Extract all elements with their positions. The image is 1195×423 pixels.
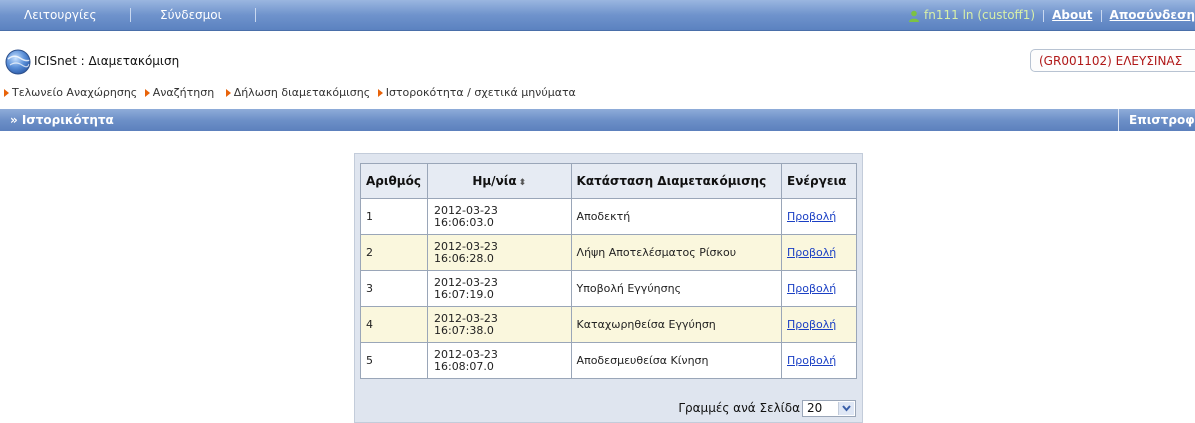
about-link[interactable]: About <box>1052 8 1092 22</box>
section-bar: » Ιστορικότητα Επιστροφή <box>0 109 1195 131</box>
table-row: 3 2012-03-23 16:07:19.0 Υποβολή Εγγύησης … <box>360 270 857 307</box>
cell-status: Καταχωρηθείσα Εγγύηση <box>570 306 783 343</box>
globe-icon <box>5 49 31 75</box>
history-panel: Αριθμός Ημ/νία ⬍ Κατάσταση Διαμετακόμισης… <box>354 153 863 423</box>
section-title: » Ιστορικότητα <box>10 113 114 127</box>
view-link[interactable]: Προβολή <box>787 246 836 259</box>
breadcrumb-arrow-icon <box>377 89 383 97</box>
cell-action: Προβολή <box>781 270 857 307</box>
history-table: Αριθμός Ημ/νία ⬍ Κατάσταση Διαμετακόμισης… <box>360 163 857 379</box>
view-link[interactable]: Προβολή <box>787 210 836 223</box>
table-row: 1 2012-03-23 16:06:03.0 Αποδεκτή Προβολή <box>360 198 857 235</box>
cell-status: Αποδεσμευθείσα Κίνηση <box>570 342 783 379</box>
breadcrumb-item-search[interactable]: Αναζήτηση <box>153 86 214 99</box>
logout-link[interactable]: Αποσύνδεση <box>1110 8 1195 22</box>
cell-action: Προβολή <box>781 198 857 235</box>
cell-number: 2 <box>360 234 428 271</box>
cell-number: 5 <box>360 342 428 379</box>
cell-status: Λήψη Αποτελέσματος Ρίσκου <box>570 234 783 271</box>
cell-date: 2012-03-23 16:08:07.0 <box>426 342 572 379</box>
about-separator <box>1100 9 1102 22</box>
rows-per-page-select[interactable]: 20 <box>802 400 856 417</box>
user-area: fn111 ln (custoff1) About Αποσύνδεση <box>908 0 1195 30</box>
column-header-date[interactable]: Ημ/νία ⬍ <box>426 163 572 199</box>
top-menu-bar: Λειτουργίες Σύνδεσμοι fn111 ln (custoff1… <box>0 0 1195 31</box>
column-header-status: Κατάσταση Διαμετακόμισης <box>570 163 783 199</box>
cell-date: 2012-03-23 16:07:19.0 <box>426 270 572 307</box>
chevron-down-icon[interactable] <box>838 402 854 415</box>
cell-date: 2012-03-23 16:06:03.0 <box>426 198 572 235</box>
cell-date: 2012-03-23 16:07:38.0 <box>426 306 572 343</box>
rows-per-page-control: Γραμμές ανά Σελίδα 20 <box>678 400 856 417</box>
breadcrumb-arrow-icon <box>144 89 150 97</box>
cell-action: Προβολή <box>781 342 857 379</box>
sort-icon[interactable]: ⬍ <box>519 178 527 188</box>
user-separator <box>1043 9 1045 22</box>
view-link[interactable]: Προβολή <box>787 282 836 295</box>
table-row: 4 2012-03-23 16:07:38.0 Καταχωρηθείσα Εγγ… <box>360 306 857 343</box>
cell-action: Προβολή <box>781 306 857 343</box>
breadcrumb: Τελωνείο Αναχώρησης Αναζήτηση Δήλωση δια… <box>0 86 576 100</box>
cell-status: Υποβολή Εγγύησης <box>570 270 783 307</box>
rows-per-page-value: 20 <box>807 401 823 415</box>
cell-number: 1 <box>360 198 428 235</box>
menu-separator <box>130 8 131 22</box>
menu-separator <box>255 8 256 22</box>
breadcrumb-item-transit-declaration[interactable]: Δήλωση διαμετακόμισης <box>234 86 371 99</box>
cell-action: Προβολή <box>781 234 857 271</box>
customs-office-badge: (GR001102) ΕΛΕΥΣΙΝΑΣ <box>1030 49 1195 72</box>
cell-date-time: 16:06:28.0 <box>433 251 494 265</box>
breadcrumb-arrow-icon <box>225 89 231 97</box>
table-row: 5 2012-03-23 16:08:07.0 Αποδεσμευθείσα Κί… <box>360 342 857 379</box>
table-header-row: Αριθμός Ημ/νία ⬍ Κατάσταση Διαμετακόμισης… <box>360 163 857 199</box>
cell-date-time: 16:07:19.0 <box>433 287 494 301</box>
menu-operations[interactable]: Λειτουργίες <box>24 0 97 30</box>
username: fn111 ln (custoff1) <box>924 8 1036 22</box>
view-link[interactable]: Προβολή <box>787 354 836 367</box>
rows-per-page-label: Γραμμές ανά Σελίδα <box>678 401 800 415</box>
cell-status: Αποδεκτή <box>570 198 783 235</box>
cell-number: 3 <box>360 270 428 307</box>
column-header-date-label: Ημ/νία <box>472 174 517 188</box>
app-title: ICISnet : Διαμετακόμιση <box>34 54 180 68</box>
app-header: ICISnet : Διαμετακόμιση (GR001102) ΕΛΕΥΣ… <box>0 44 1195 78</box>
menu-links[interactable]: Σύνδεσμοι <box>160 0 222 30</box>
return-button[interactable]: Επιστροφή <box>1118 109 1195 131</box>
breadcrumb-item-history: Ιστοροκότητα / σχετικά μηνύματα <box>385 86 576 99</box>
breadcrumb-item-departure-office[interactable]: Τελωνείο Αναχώρησης <box>12 86 137 99</box>
view-link[interactable]: Προβολή <box>787 318 836 331</box>
cell-date-time: 16:07:38.0 <box>433 323 494 337</box>
table-row: 2 2012-03-23 16:06:28.0 Λήψη Αποτελέσματο… <box>360 234 857 271</box>
cell-date-time: 16:08:07.0 <box>433 359 494 373</box>
cell-date-time: 16:06:03.0 <box>433 215 494 229</box>
cell-date: 2012-03-23 16:06:28.0 <box>426 234 572 271</box>
breadcrumb-arrow-icon <box>4 89 9 97</box>
user-icon <box>909 10 920 22</box>
column-header-action: Ενέργεια <box>781 163 857 199</box>
column-header-number: Αριθμός <box>360 163 428 199</box>
cell-number: 4 <box>360 306 428 343</box>
